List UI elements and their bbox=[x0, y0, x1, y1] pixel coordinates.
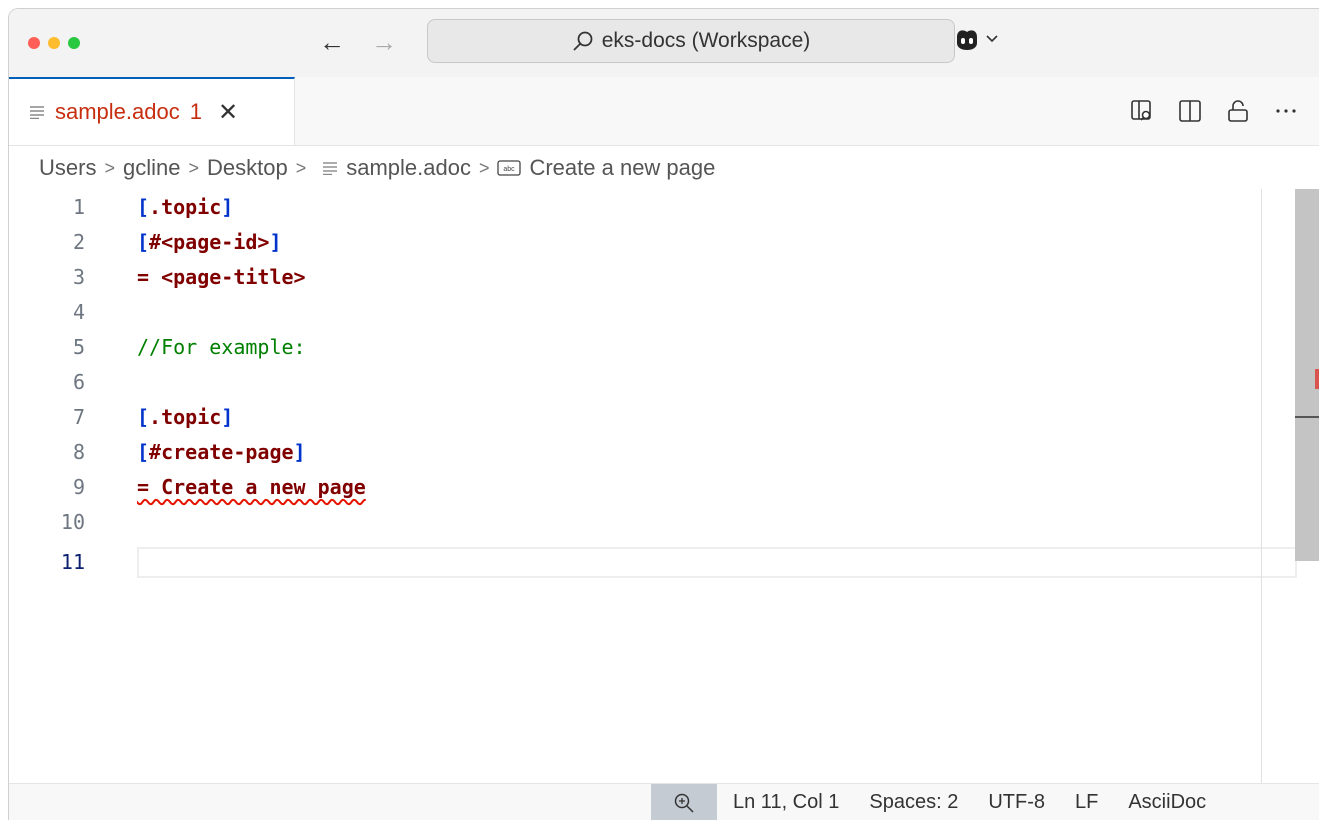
cursor-position[interactable]: Ln 11, Col 1 bbox=[733, 791, 839, 814]
bracket: [ bbox=[137, 194, 150, 219]
back-arrow-icon[interactable]: ← bbox=[319, 27, 345, 57]
open-preview-icon[interactable] bbox=[1130, 99, 1154, 123]
editor-line: 2 [#<page-id>] bbox=[9, 224, 1299, 259]
zoom-in-button[interactable] bbox=[651, 784, 717, 820]
bracket: ] bbox=[269, 229, 282, 254]
breadcrumb-item-file[interactable]: sample.adoc bbox=[346, 155, 471, 181]
forward-arrow-icon[interactable]: → bbox=[371, 27, 397, 57]
editor-line-current: 11 bbox=[9, 544, 1299, 579]
editor-line: 1 [.topic] bbox=[9, 189, 1299, 224]
close-window-button[interactable] bbox=[28, 37, 40, 49]
chevron-right-icon: > bbox=[188, 157, 199, 178]
line-number: 4 bbox=[72, 299, 85, 324]
editor-line: 3 = <page-title> bbox=[9, 259, 1299, 294]
status-items: Ln 11, Col 1 Spaces: 2 UTF-8 LF AsciiDoc bbox=[733, 784, 1206, 820]
chevron-right-icon: > bbox=[478, 157, 490, 178]
heading-text-with-error[interactable]: = Create a new page bbox=[137, 475, 366, 499]
editor-line: 6 bbox=[9, 364, 1299, 399]
error-marker bbox=[1315, 369, 1319, 389]
search-label: eks-docs (Workspace) bbox=[601, 29, 811, 52]
vertical-ruler bbox=[1261, 189, 1262, 783]
zoom-window-button[interactable] bbox=[68, 37, 80, 49]
indentation[interactable]: Spaces: 2 bbox=[869, 791, 958, 814]
editor-line: 10 bbox=[9, 504, 1299, 539]
breadcrumb: Users > gcline > Desktop > sample.adoc >… bbox=[39, 151, 715, 185]
chevron-right-icon: > bbox=[104, 157, 115, 178]
file-lines-icon bbox=[30, 106, 44, 119]
code-editor[interactable]: 1 [.topic] 2 [#<page-id>] 3 = <page-titl… bbox=[9, 189, 1319, 783]
comment-text: //For example: bbox=[137, 334, 306, 359]
zoom-in-icon bbox=[674, 793, 694, 813]
status-bar: Ln 11, Col 1 Spaces: 2 UTF-8 LF AsciiDoc bbox=[9, 783, 1319, 820]
title-bar: ← → eks-docs (Workspace) bbox=[9, 9, 1319, 78]
line-number: 10 bbox=[60, 509, 85, 534]
editor-window: ← → eks-docs (Workspace) sample.adoc 1 ✕… bbox=[8, 8, 1319, 820]
minimize-window-button[interactable] bbox=[48, 37, 60, 49]
line-number: 6 bbox=[72, 369, 85, 394]
editor-line: 8 [#create-page] bbox=[9, 434, 1299, 469]
breadcrumb-item-symbol[interactable]: Create a new page bbox=[529, 155, 715, 181]
language-mode[interactable]: AsciiDoc bbox=[1128, 791, 1206, 814]
file-lines-icon bbox=[323, 162, 338, 175]
editor-line: 5 //For example: bbox=[9, 329, 1299, 364]
line-number: 3 bbox=[72, 264, 85, 289]
editor-line: 4 bbox=[9, 294, 1299, 329]
editor-tab-bar: sample.adoc 1 ✕ bbox=[9, 77, 1319, 146]
search-icon bbox=[573, 31, 593, 51]
line-number: 5 bbox=[72, 334, 85, 359]
chevron-right-icon: > bbox=[295, 157, 307, 178]
line-number: 9 bbox=[72, 474, 85, 499]
encoding[interactable]: UTF-8 bbox=[988, 791, 1045, 814]
line-number: 1 bbox=[72, 194, 85, 219]
breadcrumb-item-gcline[interactable]: gcline bbox=[123, 155, 180, 181]
line-number: 7 bbox=[72, 404, 85, 429]
bracket: ] bbox=[293, 439, 306, 464]
problem-count-badge: 1 bbox=[189, 99, 202, 124]
editor-line: 7 [.topic] bbox=[9, 399, 1299, 434]
bracket: ] bbox=[221, 194, 234, 219]
editor-actions bbox=[1130, 99, 1298, 123]
line-number: 11 bbox=[60, 549, 85, 574]
chevron-down-icon bbox=[986, 35, 998, 43]
more-actions-icon[interactable] bbox=[1274, 99, 1298, 123]
svg-text:abc: abc bbox=[504, 166, 516, 173]
close-icon[interactable]: ✕ bbox=[218, 98, 238, 127]
tab-sample-adoc[interactable]: sample.adoc 1 ✕ bbox=[9, 77, 295, 145]
split-editor-icon[interactable] bbox=[1178, 99, 1202, 123]
breadcrumb-item-desktop[interactable]: Desktop bbox=[207, 155, 288, 181]
breadcrumb-item-users[interactable]: Users bbox=[39, 155, 96, 181]
bracket: [ bbox=[137, 229, 150, 254]
cursor-marker bbox=[1295, 416, 1319, 418]
role-text: .topic bbox=[149, 194, 222, 219]
editor-line: 9 = Create a new page bbox=[9, 469, 1299, 504]
unlock-icon[interactable] bbox=[1226, 99, 1250, 123]
line-number: 8 bbox=[72, 439, 85, 464]
command-center-search[interactable]: eks-docs (Workspace) bbox=[427, 19, 955, 63]
end-of-line[interactable]: LF bbox=[1075, 791, 1098, 814]
copilot-menu-button[interactable] bbox=[953, 27, 999, 51]
line-number: 2 bbox=[72, 229, 85, 254]
string-symbol-icon: abc bbox=[497, 160, 522, 176]
copilot-icon bbox=[957, 30, 977, 50]
tab-label: sample.adoc bbox=[55, 99, 180, 124]
id-text: #create-page bbox=[149, 439, 294, 464]
id-text: #<page-id> bbox=[149, 229, 270, 254]
bracket: [ bbox=[137, 439, 150, 464]
heading-text: = <page-title> bbox=[137, 264, 306, 289]
